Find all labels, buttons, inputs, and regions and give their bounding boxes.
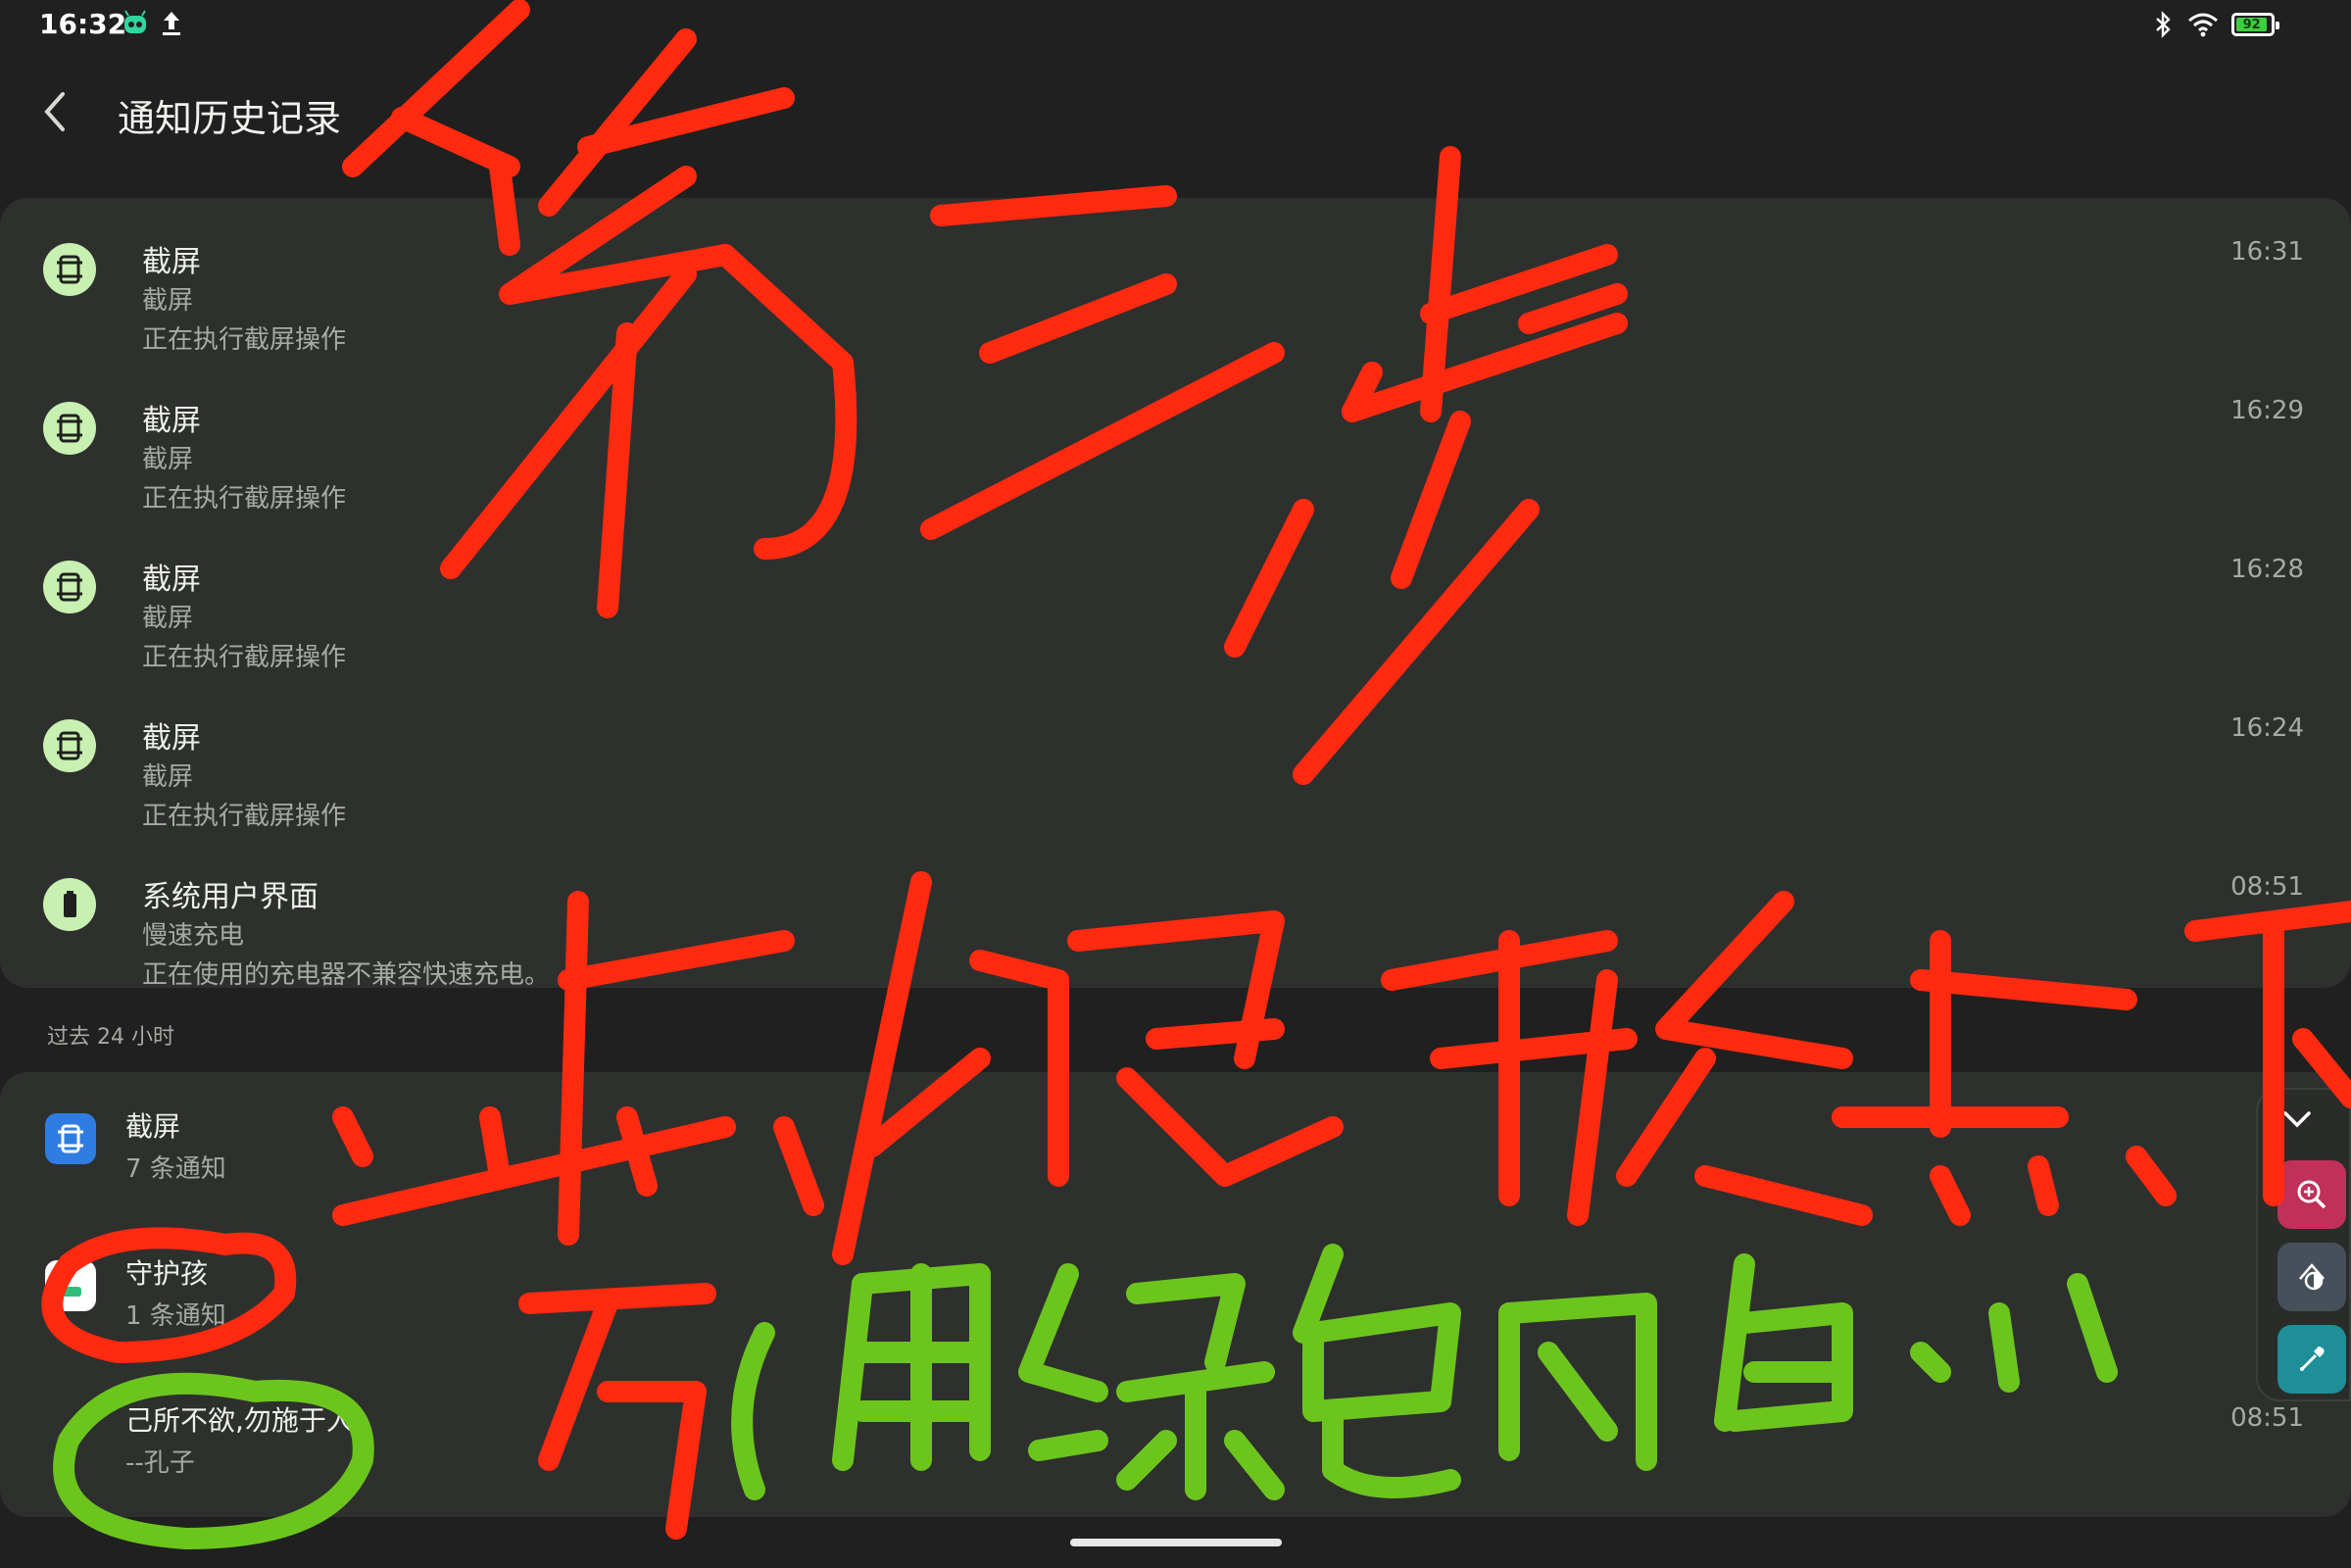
wifi-icon [2188, 13, 2218, 37]
notification-text: 正在执行截屏操作 [142, 484, 347, 514]
zoom-in-icon [2297, 1180, 2327, 1209]
page-title: 通知历史记录 [118, 97, 342, 140]
top-app-bar: 通知历史记录 [0, 59, 2351, 167]
grouped-notification-row[interactable]: 守护孩 1 条通知 [0, 1219, 2351, 1366]
zoom-in-button[interactable] [2278, 1160, 2346, 1229]
recent-notifications-card: 截屏 截屏 正在执行截屏操作 16:31 截屏 截屏 正在执行截屏操作 16:2… [0, 198, 2351, 988]
group-count: 1 条通知 [125, 1301, 226, 1331]
notification-text: 正在执行截屏操作 [142, 643, 347, 672]
notification-title: 截屏 [142, 286, 194, 316]
guardian-app-icon [45, 1260, 96, 1311]
screenshot-icon [43, 402, 96, 455]
notification-app: 系统用户界面 [142, 880, 318, 914]
grouped-notification-row[interactable]: 己所不欲,勿施于人 --孔子 08:51 [0, 1366, 2351, 1513]
robot-icon [124, 10, 146, 33]
battery-icon [43, 878, 96, 931]
group-count: 7 条通知 [125, 1154, 226, 1184]
group-app-name: 守护孩 [125, 1257, 209, 1290]
eyedropper-icon [2300, 1347, 2325, 1371]
notification-time: 16:31 [2230, 237, 2304, 267]
notification-row[interactable]: 截屏 截屏 正在执行截屏操作 16:24 [0, 674, 2351, 833]
notification-title: 截屏 [142, 445, 194, 474]
notification-title: 截屏 [142, 604, 194, 633]
notification-row[interactable]: 截屏 截屏 正在执行截屏操作 16:28 [0, 515, 2351, 674]
contrast-button[interactable] [2278, 1243, 2346, 1311]
status-bar: 16:32 92 [0, 0, 2351, 49]
group-app-name: 己所不欲,勿施于人 [125, 1404, 354, 1437]
group-time: 08:51 [2230, 1403, 2304, 1433]
chevron-left-icon[interactable] [35, 84, 74, 139]
notification-text: 正在执行截屏操作 [142, 325, 347, 355]
notification-app: 截屏 [142, 404, 201, 438]
notification-title: 慢速充电 [142, 921, 245, 951]
contrast-icon [2299, 1263, 2325, 1291]
status-right: 92 [2153, 10, 2279, 39]
status-time: 16:32 [39, 8, 127, 40]
screenshot-app-icon [45, 1113, 96, 1164]
group-app-name: 截屏 [125, 1110, 181, 1143]
eyedropper-button[interactable] [2278, 1325, 2346, 1394]
notification-row[interactable]: 截屏 截屏 正在执行截屏操作 16:31 [0, 198, 2351, 357]
notification-time: 16:24 [2230, 713, 2304, 743]
grouped-notification-row[interactable]: 截屏 7 条通知 [0, 1072, 2351, 1219]
bluetooth-icon [2156, 11, 2171, 38]
notification-time: 08:51 [2230, 872, 2304, 902]
screenshot-icon [43, 243, 96, 296]
group-count: --孔子 [125, 1448, 195, 1478]
notification-row[interactable]: 截屏 截屏 正在执行截屏操作 16:29 [0, 357, 2351, 515]
notification-time: 16:28 [2230, 555, 2304, 584]
notification-app: 截屏 [142, 721, 201, 756]
chevron-down-icon[interactable] [2276, 1098, 2319, 1141]
notification-row[interactable]: 系统用户界面 慢速充电 正在使用的充电器不兼容快速充电。 08:51 [0, 833, 2351, 988]
notification-title: 截屏 [142, 762, 194, 792]
screenshot-icon [43, 719, 96, 772]
notification-app: 截屏 [142, 245, 201, 279]
home-indicator[interactable] [1070, 1539, 1282, 1546]
battery-level: 92 [2236, 18, 2268, 32]
battery-icon: 92 [2231, 13, 2279, 36]
notification-app: 截屏 [142, 563, 201, 597]
upload-icon [163, 12, 180, 35]
notification-text: 正在使用的充电器不兼容快速充电。 [142, 960, 551, 988]
section-label-past-24h: 过去 24 小时 [47, 1025, 174, 1050]
notification-text: 正在执行截屏操作 [142, 802, 347, 831]
notification-time: 16:29 [2230, 396, 2304, 425]
past-24h-card: 截屏 7 条通知 守护孩 1 条通知 己所不欲,勿施于人 --孔子 08:51 [0, 1072, 2351, 1517]
screenshot-icon [43, 561, 96, 613]
